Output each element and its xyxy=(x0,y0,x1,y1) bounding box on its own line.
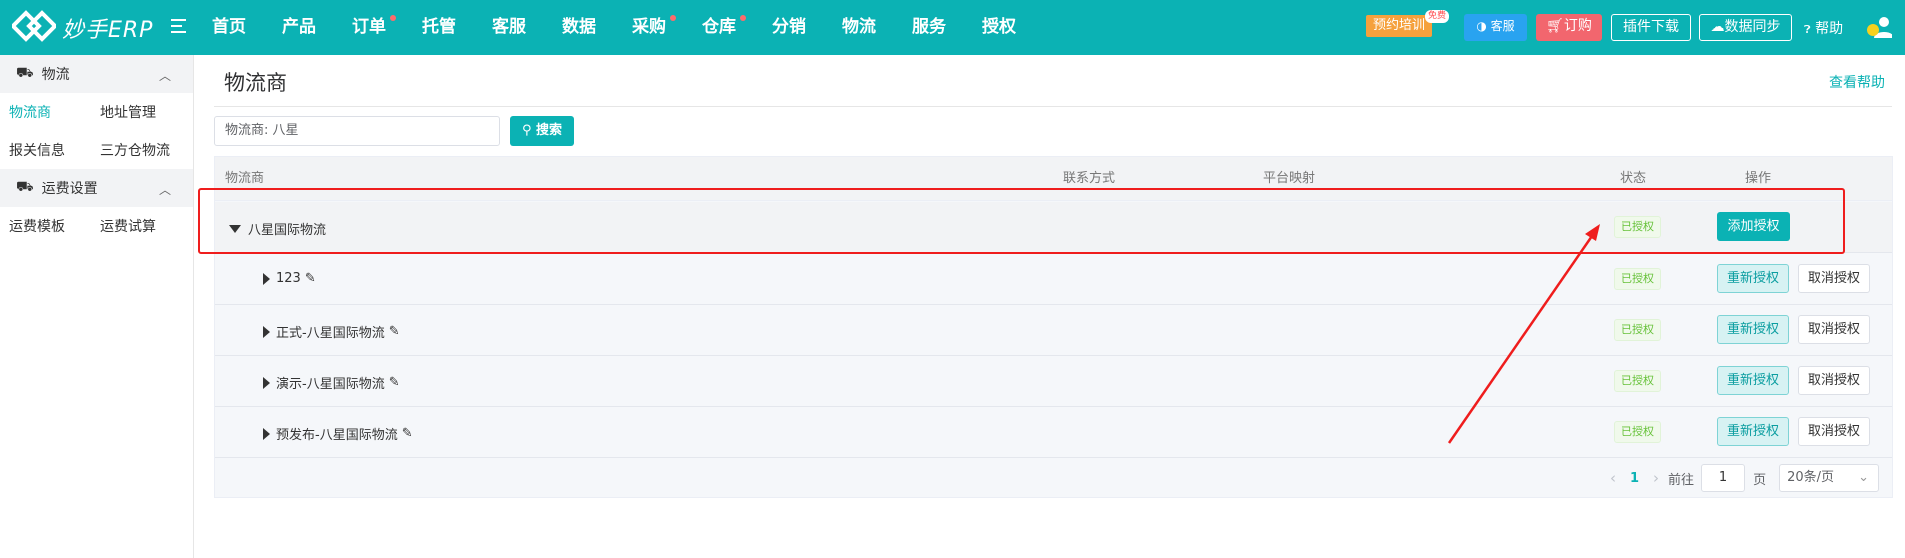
annotation-arrow xyxy=(1447,224,1600,444)
